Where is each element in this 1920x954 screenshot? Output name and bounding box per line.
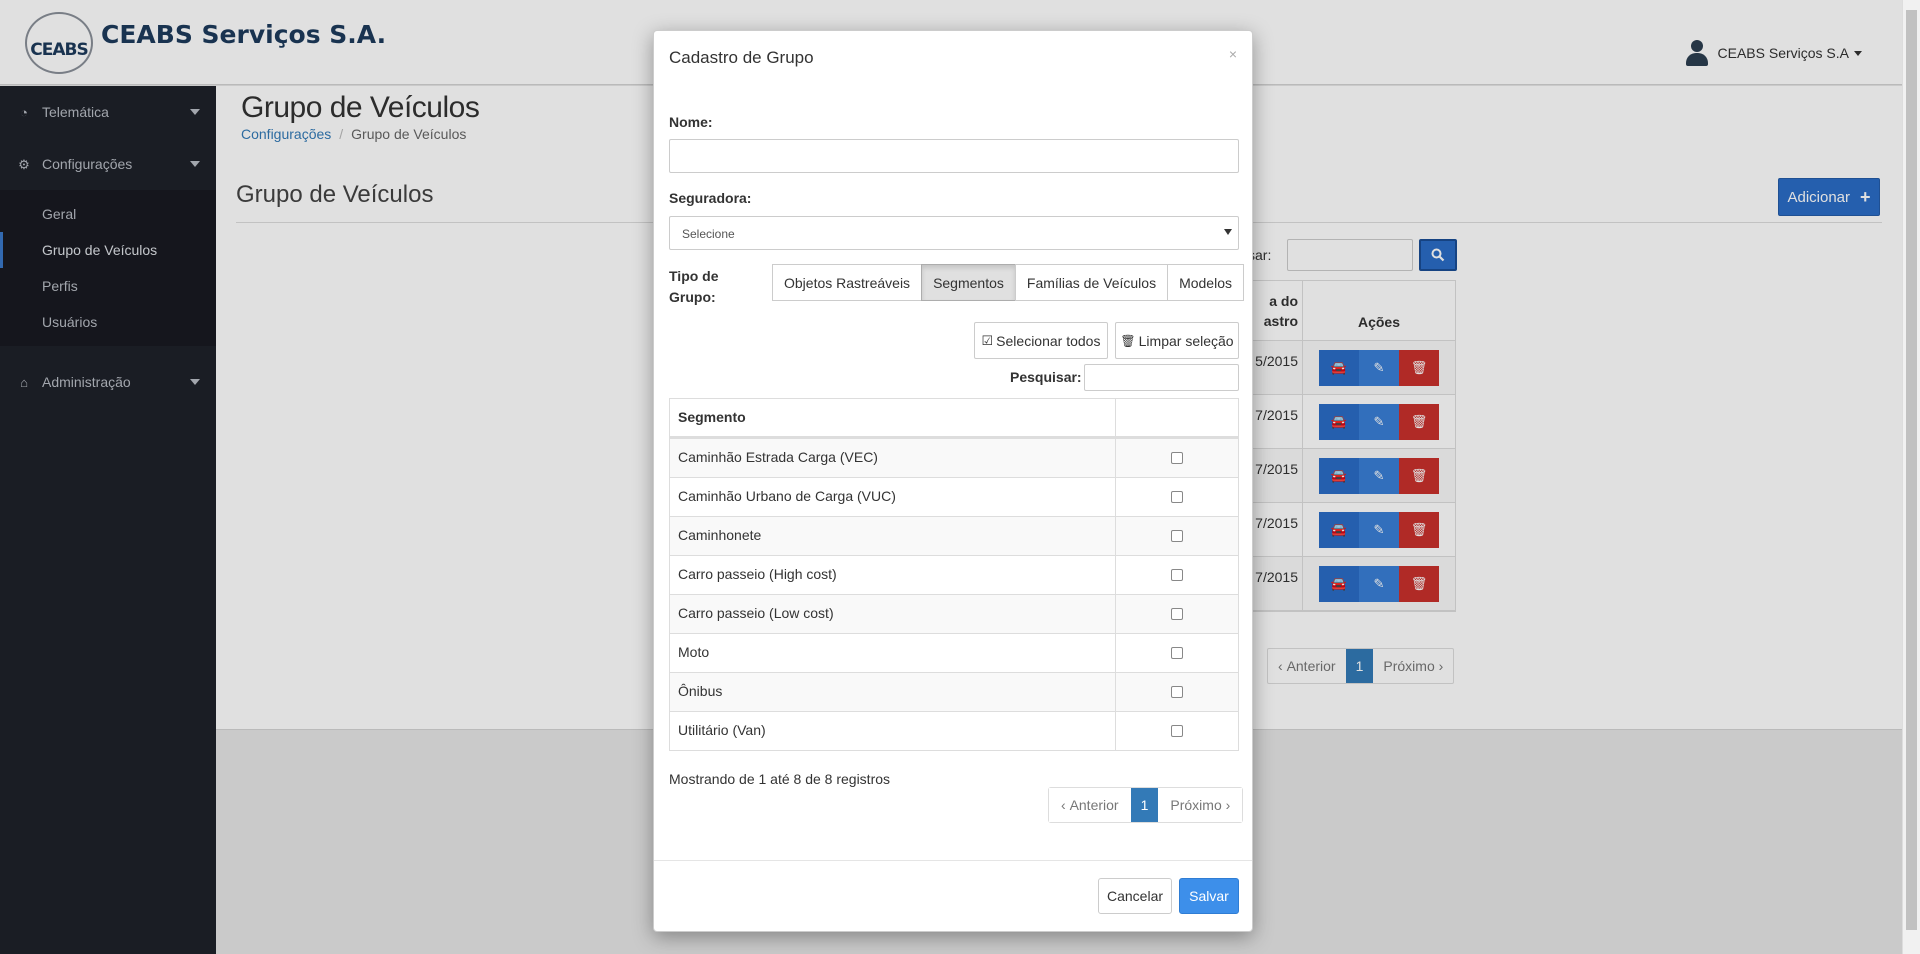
save-button[interactable]: Salvar: [1179, 878, 1239, 914]
segment-checkbox[interactable]: [1171, 491, 1183, 503]
table-row: Moto: [670, 633, 1238, 672]
segment-checkbox[interactable]: [1171, 452, 1183, 464]
modal-pagination: ‹ Anterior 1 Próximo ›: [1048, 787, 1244, 823]
tipo-option-segmentos[interactable]: Segmentos: [921, 264, 1016, 301]
clear-selection-button[interactable]: 🗑 Limpar seleção: [1115, 322, 1239, 359]
pagination-next[interactable]: Próximo ›: [1158, 788, 1243, 822]
page-scrollbar[interactable]: [1902, 0, 1920, 954]
group-register-modal: Cadastro de Grupo × Nome: Seguradora: Se…: [653, 30, 1253, 932]
table-row: Caminhão Urbano de Carga (VUC): [670, 477, 1238, 516]
segment-checkbox[interactable]: [1171, 686, 1183, 698]
table-header: Segmento: [670, 399, 1238, 438]
tipo-option-familias-veiculos[interactable]: Famílias de Veículos: [1014, 264, 1169, 301]
check-square-icon: ☑: [981, 332, 994, 348]
trash-icon: 🗑: [1120, 333, 1136, 348]
segment-check-cell: [1116, 673, 1238, 711]
segment-name: Utilitário (Van): [670, 712, 1116, 750]
segment-check-cell: [1116, 439, 1238, 477]
segment-check-cell: [1116, 478, 1238, 516]
segment-name: Carro passeio (Low cost): [670, 595, 1116, 633]
segment-name: Caminhão Estrada Carga (VEC): [670, 439, 1116, 477]
seguradora-label: Seguradora:: [669, 190, 752, 206]
nome-label: Nome:: [669, 114, 713, 130]
tipo-grupo-toggle: Objetos Rastreáveis Segmentos Famílias d…: [772, 264, 1244, 301]
segment-name: Ônibus: [670, 673, 1116, 711]
pagination-page-1[interactable]: 1: [1130, 788, 1159, 822]
segment-check-cell: [1116, 517, 1238, 555]
table-row: Caminhonete: [670, 516, 1238, 555]
modal-title: Cadastro de Grupo: [669, 48, 814, 67]
seguradora-selected: Selecione: [682, 227, 735, 241]
segment-check-cell: [1116, 556, 1238, 594]
table-row: Caminhão Estrada Carga (VEC): [670, 438, 1238, 477]
segment-checkbox[interactable]: [1171, 725, 1183, 737]
close-icon[interactable]: ×: [1229, 46, 1237, 62]
segment-check-cell: [1116, 595, 1238, 633]
tipo-option-objetos-rastreaveis[interactable]: Objetos Rastreáveis: [772, 264, 923, 301]
scrollbar-thumb[interactable]: [1906, 10, 1917, 930]
tipo-option-modelos[interactable]: Modelos: [1167, 264, 1244, 301]
segment-checkbox[interactable]: [1171, 530, 1183, 542]
table-row: Utilitário (Van): [670, 711, 1238, 750]
segment-check-cell: [1116, 712, 1238, 750]
segment-name: Caminhão Urbano de Carga (VUC): [670, 478, 1116, 516]
segment-name: Caminhonete: [670, 517, 1116, 555]
table-row: Ônibus: [670, 672, 1238, 711]
pagination-prev[interactable]: ‹ Anterior: [1049, 788, 1131, 822]
nome-input[interactable]: [669, 139, 1239, 173]
tipo-grupo-label: Tipo de Grupo:: [669, 268, 719, 305]
column-header-segmento[interactable]: Segmento: [670, 399, 1116, 436]
divider: [654, 860, 1252, 861]
records-info: Mostrando de 1 até 8 de 8 registros: [669, 771, 891, 787]
segment-checkbox[interactable]: [1171, 569, 1183, 581]
caret-down-icon: [1224, 229, 1232, 235]
segment-checkbox[interactable]: [1171, 647, 1183, 659]
table-row: Carro passeio (High cost): [670, 555, 1238, 594]
segments-table: Segmento Caminhão Estrada Carga (VEC) Cam…: [669, 398, 1239, 751]
select-all-button[interactable]: ☑ Selecionar todos: [974, 322, 1108, 359]
segment-name: Carro passeio (High cost): [670, 556, 1116, 594]
modal-search-input[interactable]: [1084, 364, 1239, 391]
segment-name: Moto: [670, 634, 1116, 672]
seguradora-select[interactable]: Selecione: [669, 216, 1239, 250]
segment-checkbox[interactable]: [1171, 608, 1183, 620]
modal-search-label: Pesquisar:: [1010, 369, 1082, 385]
segment-check-cell: [1116, 634, 1238, 672]
table-row: Carro passeio (Low cost): [670, 594, 1238, 633]
cancel-button[interactable]: Cancelar: [1098, 878, 1172, 914]
